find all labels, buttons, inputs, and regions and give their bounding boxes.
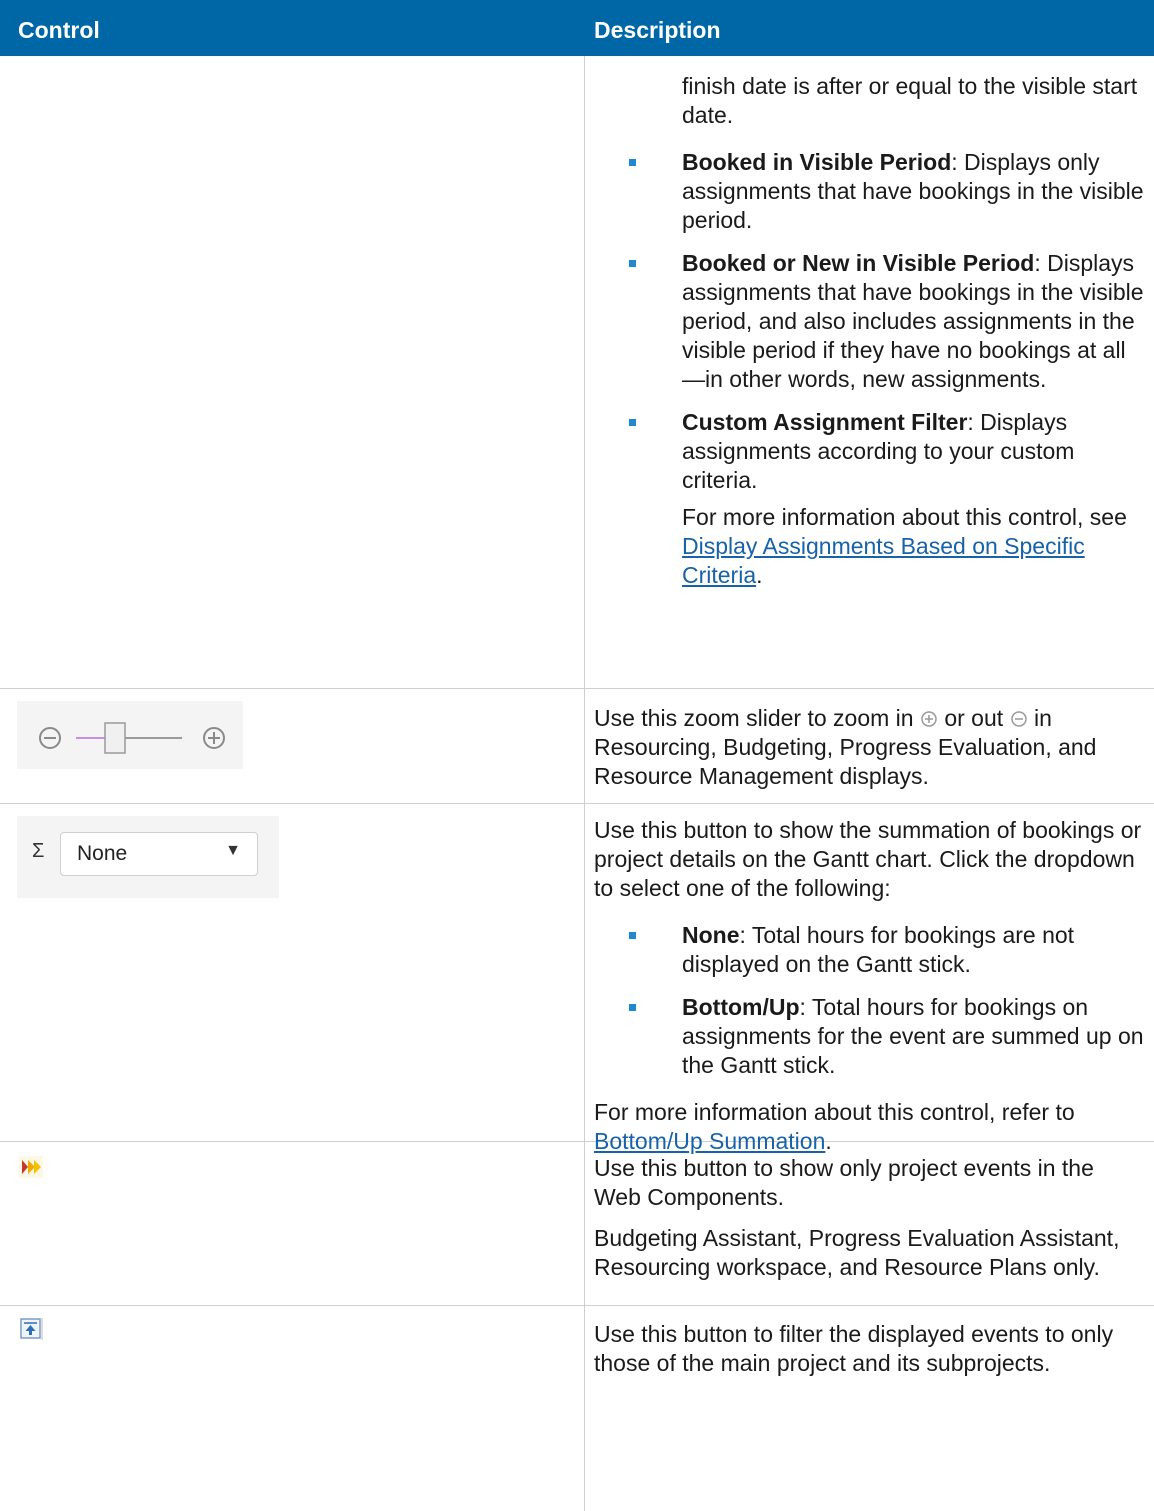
- project-events-icon: [19, 1156, 43, 1178]
- header-description: Description: [594, 17, 721, 43]
- table-row-zoom-slider: Use this zoom slider to zoom in or out i…: [0, 689, 1154, 804]
- description-cell: Use this zoom slider to zoom in or out i…: [594, 705, 1097, 789]
- zoom-in-icon[interactable]: [203, 727, 225, 749]
- list-item: Booked in Visible Period: Displays only …: [594, 148, 1146, 235]
- bullet-icon: [629, 159, 636, 166]
- zoom-slider-graphic: [39, 722, 225, 754]
- table-row-project-events: Use this button to show only project eve…: [0, 1142, 1154, 1306]
- arrow-up-box-icon: [20, 1318, 43, 1340]
- bullet-icon: [629, 1004, 636, 1011]
- project-events-note: Budgeting Assistant, Progress Evaluation…: [594, 1225, 1120, 1280]
- summation-dropdown-value: None: [77, 842, 128, 865]
- description-cell: Use this button to show only project eve…: [594, 1154, 1146, 1282]
- sigma-icon: Σ: [32, 840, 45, 862]
- table-row-assignment-filter: finish date is after or equal to the vis…: [0, 56, 1154, 689]
- summation-intro: Use this button to show the summation of…: [594, 817, 1142, 901]
- table-header: Control Description: [0, 0, 1154, 56]
- zoom-out-icon[interactable]: [39, 727, 61, 749]
- description-cell: Use this button to filter the displayed …: [594, 1320, 1146, 1378]
- list-item: None: Total hours for bookings are not d…: [594, 921, 1146, 979]
- link-display-assignments[interactable]: Display Assignments Based on Specific Cr…: [682, 533, 1085, 588]
- main-project-filter-button[interactable]: [18, 1316, 44, 1342]
- more-info-text: For more information about this control,…: [682, 504, 1127, 588]
- header-control: Control: [18, 17, 100, 43]
- main-project-filter-desc: Use this button to filter the displayed …: [594, 1321, 1114, 1376]
- bullet-icon: [629, 419, 636, 426]
- table-row-main-project-filter: Use this button to filter the displayed …: [0, 1306, 1154, 1511]
- continuation-text: finish date is after or equal to the vis…: [682, 73, 1138, 128]
- description-cell: Use this button to show the summation of…: [594, 816, 1146, 1156]
- bullet-icon: [629, 932, 636, 939]
- project-events-button[interactable]: [18, 1154, 44, 1180]
- description-cell: finish date is after or equal to the vis…: [594, 72, 1146, 602]
- zoom-in-icon: [921, 711, 937, 727]
- summation-dropdown[interactable]: None ▼: [60, 832, 258, 876]
- zoom-slider-handle[interactable]: [104, 722, 126, 754]
- zoom-out-icon: [1010, 711, 1027, 727]
- zoom-slider[interactable]: [17, 701, 243, 769]
- list-item: Custom Assignment Filter: Displays assig…: [594, 408, 1146, 495]
- chevron-down-icon: ▼: [225, 842, 241, 859]
- bullet-icon: [629, 260, 636, 267]
- table-row-summation: Σ None ▼ Use this button to show the sum…: [0, 804, 1154, 1154]
- list-item: Bottom/Up: Total hours for bookings on a…: [594, 993, 1146, 1080]
- list-item: Booked or New in Visible Period: Display…: [594, 249, 1146, 394]
- project-events-desc: Use this button to show only project eve…: [594, 1155, 1094, 1210]
- summation-control: Σ None ▼: [17, 816, 279, 898]
